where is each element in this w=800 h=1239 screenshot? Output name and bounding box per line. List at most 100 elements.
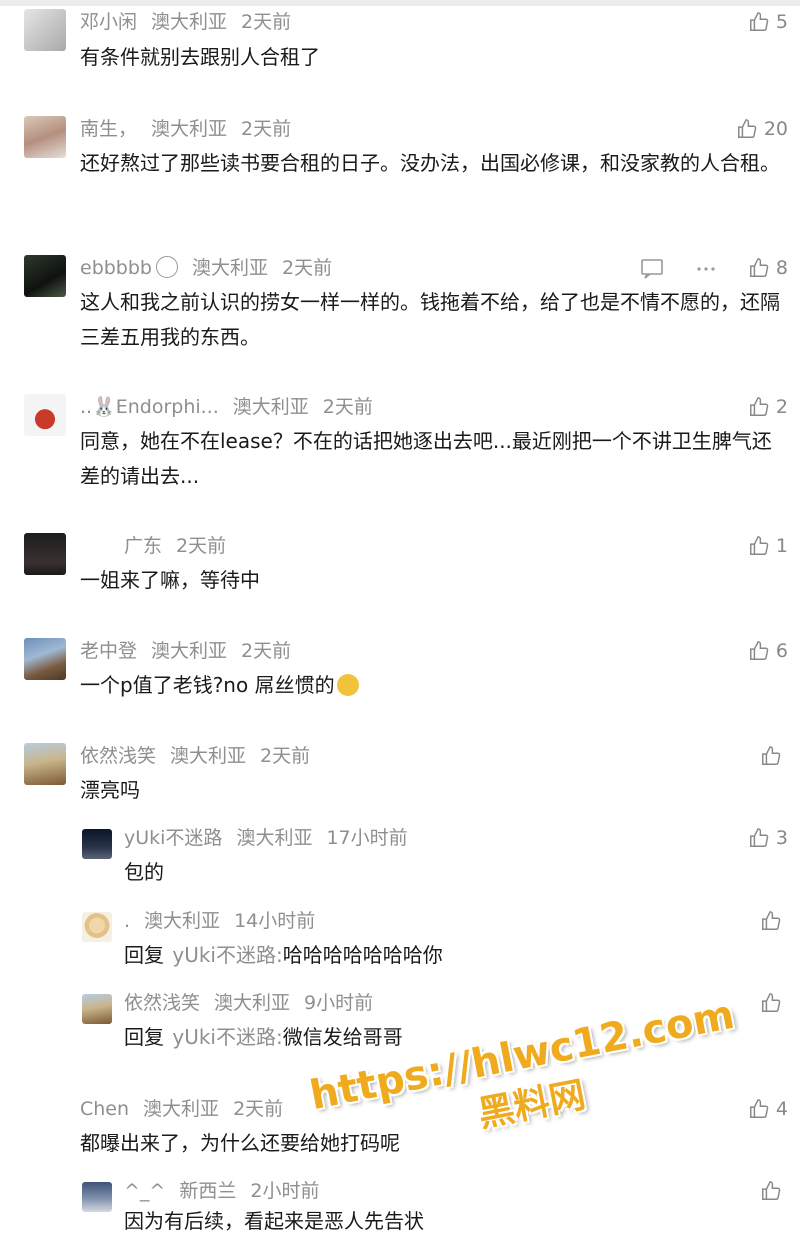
like-count: 4 [775, 1098, 788, 1120]
like-button[interactable] [760, 990, 788, 1016]
user-name[interactable]: 老中登 [80, 640, 137, 662]
like-button[interactable] [760, 1178, 788, 1204]
reply-prefix: 回复 [124, 1025, 164, 1049]
thumbs-up-icon [762, 911, 781, 930]
location: 澳大利亚 [143, 1098, 220, 1120]
thumbs-up-icon [749, 536, 769, 555]
timestamp: 2天前 [260, 745, 311, 767]
thumbs-up-icon [749, 397, 769, 416]
user-name[interactable]: yUki不迷路 [124, 827, 222, 849]
user-name[interactable]: ^_^ [124, 1180, 165, 1202]
avatar[interactable] [24, 394, 66, 436]
timestamp: 9小时前 [304, 992, 374, 1014]
comment-meta: 依然浅笑 澳大利亚 2天前 [80, 743, 324, 769]
timestamp: 17小时前 [326, 827, 408, 849]
comment-text: 一个p值了老钱?no 屌丝惯的 [80, 668, 780, 703]
comment-text: 还好熬过了那些读书要合租的日子。没办法，出国必修课，和没家教的人合租。 [80, 151, 780, 175]
comment-meta: ^_^ 新西兰 2小时前 [124, 1178, 333, 1204]
like-count: 8 [775, 257, 788, 279]
location: 澳大利亚 [151, 11, 228, 33]
avatar[interactable] [82, 912, 112, 942]
timestamp: 2小时前 [250, 1180, 320, 1202]
thumbs-up-icon [749, 258, 769, 277]
comment-meta: 南生， 澳大利亚 2天前 [80, 116, 305, 142]
thumbs-up-icon [762, 993, 781, 1012]
like-count: 3 [775, 827, 788, 849]
comment-text: 因为有后续，看起来是恶人先告状 [124, 1209, 424, 1233]
comment-meta: 老中登 澳大利亚 2天前 [80, 638, 305, 664]
timestamp: 2天前 [241, 118, 292, 140]
user-name[interactable]: . [124, 910, 130, 932]
location: 澳大利亚 [192, 257, 269, 279]
comment-meta: ..🐰Endorphi... 澳大利亚 2天前 [80, 394, 387, 420]
reply-target-user[interactable]: yUki不迷路: [172, 1025, 282, 1049]
comment-text-content: 微信发给哥哥 [282, 1025, 403, 1049]
like-button[interactable]: 6 [748, 638, 788, 664]
comment-text-content: 一个p值了老钱?no 屌丝惯的 [80, 673, 335, 697]
timestamp: 2天前 [322, 396, 373, 418]
like-count: 2 [775, 396, 788, 418]
avatar[interactable] [24, 638, 66, 680]
avatar[interactable] [82, 994, 112, 1024]
reply-target-user[interactable]: yUki不迷路: [172, 943, 282, 967]
reply-button[interactable] [640, 256, 664, 282]
comment-text: 漂亮吗 [80, 778, 140, 802]
comment-text: 一姐来了嘛，等待中 [80, 568, 260, 592]
timestamp: 2天前 [282, 257, 333, 279]
user-name[interactable]: 依然浅笑 [124, 992, 200, 1014]
avatar[interactable] [24, 255, 66, 297]
more-button[interactable] [694, 256, 718, 282]
user-name[interactable]: 邓小闲 [80, 11, 137, 33]
location: 澳大利亚 [151, 640, 228, 662]
laughing-emoji-icon [336, 673, 359, 696]
like-button[interactable]: 3 [748, 825, 788, 851]
comment-meta: 广东 2天前 [110, 533, 240, 559]
user-name[interactable]: Chen [80, 1098, 129, 1120]
location: 澳大利亚 [151, 118, 228, 140]
user-name[interactable]: ebbbbb [80, 257, 152, 279]
like-button[interactable]: 8 [748, 255, 788, 281]
location: 澳大利亚 [144, 910, 221, 932]
like-count: 20 [763, 118, 788, 140]
comment-meta: ebbbbb 澳大利亚 2天前 [80, 255, 346, 281]
avatar[interactable] [24, 743, 66, 785]
reply-prefix: 回复 [124, 943, 164, 967]
like-button[interactable]: 4 [748, 1096, 788, 1122]
location: 澳大利亚 [232, 396, 309, 418]
like-button[interactable]: 5 [748, 9, 788, 35]
timestamp: 2天前 [241, 640, 292, 662]
thumbs-up-icon [749, 641, 769, 660]
thumbs-up-icon [762, 1181, 781, 1200]
user-name[interactable]: 依然浅笑 [80, 745, 156, 767]
avatar[interactable] [24, 533, 66, 575]
thumbs-up-icon [749, 12, 769, 31]
like-button[interactable] [760, 743, 788, 769]
like-button[interactable] [760, 908, 788, 934]
avatar[interactable] [82, 1182, 112, 1212]
comment-meta: 依然浅笑 澳大利亚 9小时前 [124, 990, 387, 1016]
like-button[interactable]: 1 [748, 533, 788, 559]
avatar[interactable] [24, 9, 66, 51]
thumbs-up-icon [762, 746, 781, 765]
like-button[interactable]: 2 [748, 394, 788, 420]
like-button[interactable]: 20 [736, 116, 788, 142]
timestamp: 2天前 [176, 535, 227, 557]
user-name[interactable]: ..🐰Endorphi... [80, 396, 219, 418]
location: 广东 [124, 535, 163, 557]
comment-meta: Chen 澳大利亚 2天前 [80, 1096, 297, 1122]
comment-text: 同意，她在不在lease？不在的话把她逐出去吧...最近刚把一个不讲卫生脾气还差… [80, 429, 772, 488]
avatar[interactable] [24, 116, 66, 158]
timestamp: 2天前 [241, 11, 292, 33]
thumbs-up-icon [737, 119, 757, 138]
location: 澳大利亚 [214, 992, 291, 1014]
thumbs-up-icon [749, 828, 769, 847]
comment-meta: yUki不迷路 澳大利亚 17小时前 [124, 825, 422, 851]
comment-text: 这人和我之前认识的捞女一样一样的。钱拖着不给，给了也是不情不愿的，还隔三差五用我… [80, 290, 780, 349]
user-name[interactable]: 南生， [80, 118, 137, 140]
avatar[interactable] [82, 829, 112, 859]
top-scroll-edge [0, 0, 800, 6]
like-count: 1 [775, 535, 788, 557]
thumbs-up-icon [749, 1099, 769, 1118]
location: 澳大利亚 [236, 827, 313, 849]
comment-icon [641, 259, 663, 279]
